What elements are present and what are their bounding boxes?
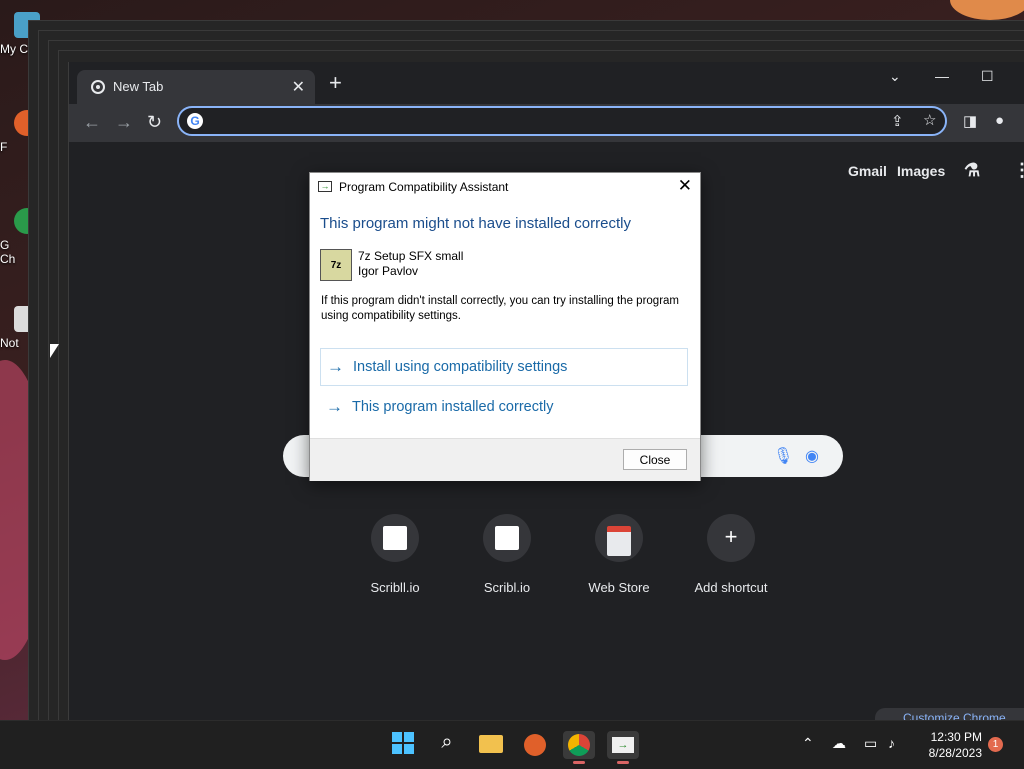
shortcut-tile[interactable]: Scribl.io xyxy=(457,514,557,595)
mouse-cursor-icon xyxy=(50,344,59,358)
voice-search-icon[interactable]: 🎙 xyxy=(773,446,793,466)
profile-icon[interactable]: ● xyxy=(995,112,1004,129)
web-store-icon xyxy=(595,514,643,562)
active-indicator xyxy=(617,761,629,764)
reload-icon[interactable]: ↻ xyxy=(147,112,162,133)
compatibility-assistant-taskbar-icon[interactable]: → xyxy=(607,731,639,764)
minimize-button[interactable]: — xyxy=(935,68,949,84)
network-icon[interactable]: ▭ xyxy=(864,735,877,752)
shortcut-label: Add shortcut xyxy=(694,580,768,595)
program-name: 7z Setup SFX small xyxy=(358,249,464,263)
close-tab-icon[interactable]: ✕ xyxy=(292,77,305,97)
images-link[interactable]: Images xyxy=(897,163,945,179)
gmail-link[interactable]: Gmail xyxy=(848,163,887,179)
tab-new-tab[interactable]: New Tab ✕ xyxy=(77,70,315,104)
address-input[interactable] xyxy=(211,112,895,134)
apps-grid-icon[interactable]: ⋮ xyxy=(1013,160,1024,181)
onedrive-icon[interactable]: ☁ xyxy=(832,735,846,752)
7z-setup-icon: 7z xyxy=(320,249,352,281)
dialog-titlebar: → Program Compatibility Assistant ✕ xyxy=(310,173,700,201)
chrome-favicon-icon xyxy=(91,80,105,94)
installed-correctly-option[interactable]: → This program installed correctly xyxy=(320,389,688,427)
option-label: This program installed correctly xyxy=(352,399,554,415)
shortcut-label: Web Store xyxy=(588,580,650,595)
bookmark-star-icon[interactable]: ☆ xyxy=(923,111,936,129)
program-compatibility-icon: → xyxy=(318,181,332,192)
labs-flask-icon[interactable]: ⚗ xyxy=(964,160,980,181)
tab-search-icon[interactable]: ⌄ xyxy=(889,68,901,85)
clock[interactable]: 12:30 PM 8/28/2023 xyxy=(912,729,982,761)
lens-search-icon[interactable]: ◉ xyxy=(805,446,819,466)
dialog-footer: Close xyxy=(310,438,700,481)
shortcut-icon xyxy=(371,514,419,562)
toolbar: ← → ↻ G ⇪ ☆ ◨ ● xyxy=(69,104,1024,142)
search-icon[interactable]: ⌕ xyxy=(433,731,461,759)
shortcut-label: Scribll.io xyxy=(370,580,420,595)
tab-strip: New Tab ✕ + ⌄ — ☐ xyxy=(69,62,1024,104)
option-label: Install using compatibility settings xyxy=(353,359,568,375)
arrow-right-icon: → xyxy=(326,397,343,416)
compatibility-dialog: → Program Compatibility Assistant ✕ This… xyxy=(309,172,701,481)
close-button[interactable]: Close xyxy=(623,449,687,470)
taskbar: ⌕ → ⌃ ☁ ▭ ♪ 12:30 PM 8/28/2023 1 xyxy=(0,720,1024,769)
program-publisher: Igor Pavlov xyxy=(358,264,419,278)
start-button[interactable] xyxy=(389,731,417,759)
install-compat-settings-option[interactable]: → Install using compatibility settings xyxy=(320,348,688,386)
share-icon[interactable]: ⇪ xyxy=(891,112,904,130)
time: 12:30 PM xyxy=(930,730,982,744)
forward-icon[interactable]: → xyxy=(115,112,133,133)
date: 8/28/2023 xyxy=(928,746,982,760)
firefox-taskbar-icon[interactable] xyxy=(521,731,549,759)
shortcut-tile[interactable]: Scribll.io xyxy=(345,514,445,595)
new-tab-button[interactable]: + xyxy=(329,72,342,94)
file-explorer-icon[interactable] xyxy=(477,731,505,759)
shortcut-tile[interactable]: Web Store xyxy=(569,514,669,595)
omnibox[interactable]: G ⇪ ☆ xyxy=(177,106,947,136)
back-icon[interactable]: ← xyxy=(83,112,101,133)
side-panel-icon[interactable]: ◨ xyxy=(963,112,977,130)
dialog-heading: This program might not have installed co… xyxy=(320,215,631,232)
plus-icon: + xyxy=(707,514,755,562)
dialog-title: Program Compatibility Assistant xyxy=(339,180,509,194)
google-icon: G xyxy=(187,113,203,129)
arrow-right-icon: → xyxy=(327,357,344,376)
tab-title: New Tab xyxy=(113,79,164,94)
chevron-up-icon[interactable]: ⌃ xyxy=(802,735,814,752)
chrome-taskbar-icon[interactable] xyxy=(563,731,595,764)
wallpaper-shape xyxy=(950,0,1024,20)
close-icon[interactable]: ✕ xyxy=(678,176,692,196)
active-indicator xyxy=(573,761,585,764)
shortcut-label: Scribl.io xyxy=(483,580,531,595)
volume-icon[interactable]: ♪ xyxy=(888,735,895,751)
windows-logo-icon xyxy=(392,732,414,754)
shortcut-icon xyxy=(483,514,531,562)
dialog-message: If this program didn't install correctly… xyxy=(321,295,679,322)
maximize-button[interactable]: ☐ xyxy=(981,68,994,85)
add-shortcut-button[interactable]: + Add shortcut xyxy=(681,514,781,595)
notification-badge[interactable]: 1 xyxy=(988,737,1003,752)
